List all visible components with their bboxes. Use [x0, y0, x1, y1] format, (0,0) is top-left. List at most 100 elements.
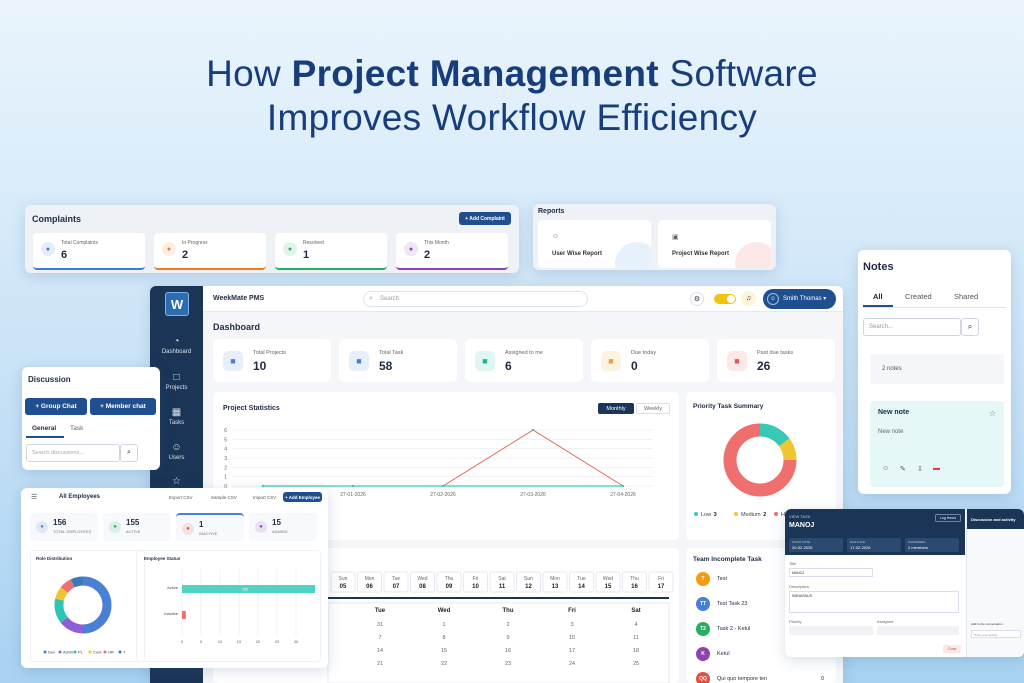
share-user-icon[interactable]: ☺: [882, 465, 889, 472]
role-donut-chart: Dev Admin PL Cont HR T: [43, 576, 126, 655]
modal-header: VIEW TASK: [789, 514, 811, 519]
title-input[interactable]: MANOJ: [789, 568, 873, 577]
status-bar: [182, 585, 315, 593]
employees-title: All Employees: [59, 494, 101, 500]
add-employee-button[interactable]: + Add Employee: [283, 492, 322, 502]
employee-stat-value: 1: [199, 520, 204, 529]
calendar-date: 3: [570, 622, 573, 628]
day-name: Wed: [417, 576, 427, 582]
y-tick-label: 1: [224, 475, 227, 481]
discussion-title: Discussion: [28, 375, 71, 384]
day-name: Sun: [339, 576, 348, 582]
complaint-stat-card[interactable]: ● This Month 2: [396, 233, 508, 270]
calendar-date: 1: [442, 622, 445, 628]
dashboard-stat-card[interactable]: ■ Total Task 58: [339, 339, 457, 382]
tab-created[interactable]: Created: [905, 292, 932, 301]
add-complaint-button[interactable]: + Add Complaint: [459, 212, 511, 225]
month-grid-border: [327, 602, 670, 683]
day-name: Mon: [365, 576, 375, 582]
notes-search-input[interactable]: Search...: [863, 318, 961, 336]
day-number: 05: [340, 584, 347, 590]
data-point: [261, 484, 265, 488]
employee-stat-label: ADMINS: [272, 529, 288, 534]
day-name: Fri: [473, 576, 479, 582]
x-tick-label: 15: [237, 639, 242, 644]
donut-slice: [70, 576, 84, 588]
day-name: Wed: [603, 576, 613, 582]
log-hours-button[interactable]: Log Hours: [935, 514, 961, 522]
discussion-search-input[interactable]: Search discussions...: [26, 444, 120, 462]
complaint-stat-card[interactable]: ● In Progress 2: [154, 233, 266, 270]
dashboard-stat-card[interactable]: ■ Past due tasks 26: [717, 339, 835, 382]
task-field-label: ASSIGNEES: [908, 540, 926, 544]
calendar-date: 18: [633, 648, 639, 654]
donut-slice: [54, 598, 68, 623]
group-chat-button[interactable]: + Group Chat: [25, 398, 87, 415]
legend-swatch: [118, 650, 122, 654]
edit-icon[interactable]: ✎: [900, 465, 906, 473]
search-icon[interactable]: ⌕: [961, 318, 979, 336]
day-number: 11: [499, 584, 506, 590]
y-tick-label: 2: [224, 465, 227, 471]
member-chat-button[interactable]: + Member chat: [90, 398, 156, 415]
user-menu[interactable]: ☺ Smith Thomas ▾: [763, 289, 836, 309]
weekday-header: Tue: [375, 608, 386, 614]
export-csv-button[interactable]: Export CSV: [169, 495, 193, 500]
dashboard-stat-card[interactable]: ■ Total Projects 10: [213, 339, 331, 382]
complaint-stat-card[interactable]: ● Total Complaints 6: [33, 233, 145, 270]
employee-stat-value: 155: [126, 518, 140, 527]
star-icon[interactable]: ☆: [989, 409, 996, 418]
top-bar: WeekMate PMS ⌕ Search ⚙ ♫ ☺ Smith Thomas ▾: [203, 286, 843, 312]
bell-icon[interactable]: ♫: [741, 291, 756, 306]
sample-csv-button[interactable]: Sample CSV: [211, 495, 237, 500]
data-point: [351, 484, 355, 488]
legend-swatch: [774, 512, 778, 516]
list-item[interactable]: QQ Qui quo tempore ten 0: [696, 672, 834, 683]
donut-slice: [778, 438, 797, 461]
close-button[interactable]: Close: [943, 645, 961, 653]
tab-all[interactable]: All: [873, 292, 883, 301]
legend-label: Medium: [741, 512, 761, 518]
note-card[interactable]: New note ☆ New note ☺ ✎ ⇩ ▬: [870, 401, 1004, 487]
star-icon: ☆: [172, 476, 181, 487]
description-input[interactable]: SMNUSNUS: [789, 591, 959, 613]
tab-task[interactable]: Task: [70, 425, 83, 432]
gear-icon[interactable]: ⚙: [690, 292, 704, 306]
menu-icon[interactable]: ☰: [31, 493, 37, 501]
avatar: T2: [696, 622, 710, 636]
stat-label: Total Task: [379, 350, 404, 356]
dashboard-stat-card[interactable]: ■ Assigned to me 6: [465, 339, 583, 382]
description-label: Description: [789, 584, 810, 589]
day-number: 14: [578, 584, 585, 590]
download-icon[interactable]: ⇩: [917, 465, 923, 473]
search-icon[interactable]: ⌕: [120, 444, 138, 462]
task-name: Test: [717, 576, 728, 582]
project-wise-report-card[interactable]: ▣ Project Wise Report: [658, 220, 771, 268]
legend-label: Dev: [48, 650, 55, 655]
tab-shared[interactable]: Shared: [954, 292, 978, 301]
priority-label: Priority: [789, 619, 802, 624]
day-name: Thu: [445, 576, 454, 582]
task-field-value: 17-02-2026: [850, 545, 871, 550]
sidebar-item-dashboard[interactable]: ◔ Dashboard: [150, 336, 203, 355]
task-name: Test Task 23: [717, 601, 748, 607]
activity-input[interactable]: Write your activity: [971, 630, 1021, 638]
theme-toggle[interactable]: [714, 294, 736, 304]
employee-stat-card: ● 1 INACTIVE: [176, 513, 244, 541]
trash-icon[interactable]: ▬: [933, 465, 940, 472]
search-input[interactable]: ⌕ Search: [363, 291, 588, 307]
complaint-stat-card[interactable]: ● Resolved 1: [275, 233, 387, 270]
priority-select[interactable]: [789, 626, 873, 635]
day-number: 12: [525, 584, 532, 590]
dashboard-stat-card[interactable]: ■ Due today 0: [591, 339, 709, 382]
notes-title: Notes: [863, 261, 894, 273]
reports-title: Reports: [538, 208, 565, 215]
assignee-select[interactable]: [877, 626, 959, 635]
y-tick-label: 5: [224, 437, 227, 443]
import-csv-button[interactable]: Import CSV: [253, 495, 276, 500]
legend-swatch: [103, 650, 107, 654]
tab-general[interactable]: General: [32, 425, 56, 432]
status-bar: [182, 611, 186, 619]
user-wise-report-card[interactable]: ☺ User Wise Report: [538, 220, 651, 268]
day-number: 07: [393, 584, 400, 590]
